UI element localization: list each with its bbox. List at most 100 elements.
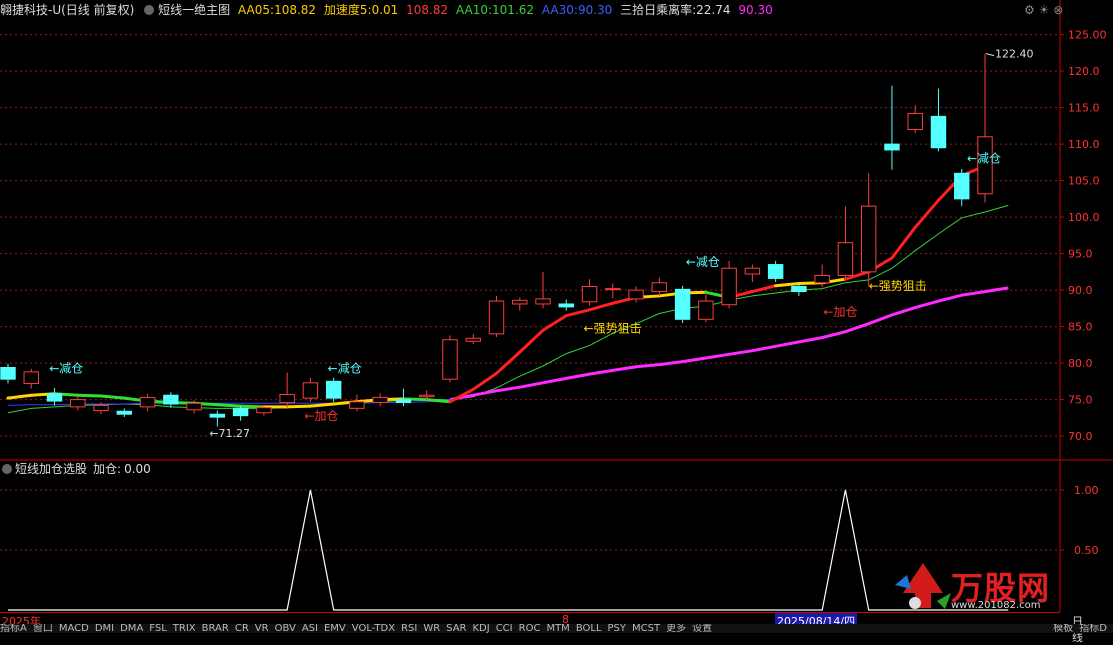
candle-body-31	[721, 267, 737, 306]
tab-17[interactable]: KDJ	[472, 624, 489, 633]
annotation-reduce-1: ←减仓	[49, 361, 83, 375]
tab-1[interactable]: 窗口	[33, 624, 53, 633]
tab-2[interactable]: MACD	[59, 624, 89, 633]
candle-body-18	[419, 394, 435, 398]
sun-icon[interactable]: ☀	[1039, 3, 1050, 17]
candle-body-30	[698, 300, 714, 320]
y-tick-label-125: 125.00	[1068, 29, 1107, 42]
tab-15[interactable]: WR	[423, 624, 440, 633]
candle-body-19	[442, 339, 458, 380]
candle-body-1	[23, 371, 39, 385]
aa10-value: 101.62	[492, 3, 535, 17]
chart-canvas[interactable]: 125.00 120.0 115.0 110.0 105.0 100.0 95.0 90.0 8…	[0, 0, 1113, 633]
tab-right-1[interactable]: 模板	[1053, 624, 1073, 633]
candle-body-9	[209, 413, 226, 418]
tab-12[interactable]: EMV	[324, 624, 346, 633]
tab-9[interactable]: VR	[255, 624, 269, 633]
gear-icon[interactable]: ⚙	[1024, 3, 1035, 17]
candle-body-15	[349, 401, 365, 409]
y-tick-label-100: 100.0	[1068, 211, 1100, 224]
aa05-segment-25	[588, 301, 615, 312]
candle-body-22	[512, 299, 528, 305]
tab-7[interactable]: BRAR	[202, 624, 229, 633]
sub-y-tick-label-0: 1.00	[1074, 484, 1099, 497]
candle-body-16	[372, 396, 388, 404]
candle-body-28	[651, 282, 668, 293]
aa05-segment-39	[913, 198, 940, 229]
tab-21[interactable]: BOLL	[576, 624, 602, 633]
candle-body-32	[744, 267, 761, 275]
tab-19[interactable]: ROC	[519, 624, 541, 633]
tab-20[interactable]: MTM	[546, 624, 569, 633]
header-controls: ⚙ ☀ ⊗	[1024, 3, 1063, 17]
candle-body-13	[302, 382, 319, 399]
high-price-label: 122.40	[995, 48, 1034, 61]
annotation-strong-1: ←强势狙击	[584, 322, 642, 336]
annotation-reduce-4: ←减仓	[967, 151, 1001, 165]
aa05-label: AA05:	[237, 3, 275, 17]
kline-chart-window[interactable]: 125.00 120.0 115.0 110.0 105.0 100.0 95.0 90.0 8…	[0, 0, 1113, 644]
tab-18[interactable]: CCI	[496, 624, 513, 633]
watermark-logo: 万股网 www.201082.com	[893, 553, 1093, 611]
y-tick-label-95: 95.0	[1068, 248, 1093, 261]
tab-6[interactable]: TRIX	[173, 624, 196, 633]
tab-23[interactable]: MCST	[632, 624, 660, 633]
tab-24[interactable]: 更多	[666, 624, 686, 633]
candle-body-25	[581, 285, 598, 303]
stock-name[interactable]: 翱捷科技-U	[0, 3, 61, 17]
low-price-label: ←71.27	[209, 427, 250, 440]
y-tick-label-85: 85.0	[1068, 321, 1093, 334]
tab-14[interactable]: RSI	[401, 624, 417, 633]
tab-right-0[interactable]: 指标D	[1079, 624, 1107, 633]
candle-body-7	[163, 394, 179, 405]
candle-body-17	[395, 399, 412, 404]
close-icon[interactable]: ⊗	[1053, 3, 1063, 17]
candle-body-2	[46, 393, 63, 402]
aa10-line	[7, 204, 1009, 414]
aa05-segment-4	[99, 394, 126, 400]
deviation-extra: 90.30	[738, 3, 773, 17]
candle-body-24	[558, 303, 574, 308]
indicator-settings-icon[interactable]	[144, 4, 155, 15]
tab-5[interactable]: FSL	[149, 624, 167, 633]
watermark-url: www.201082.com	[951, 600, 1041, 611]
jiacang-value: 0.00	[124, 462, 151, 476]
aa05-segment-33	[774, 282, 801, 288]
candle-body-33	[767, 264, 784, 279]
candle-body-12	[279, 393, 295, 404]
tab-10[interactable]: OBV	[275, 624, 296, 633]
candle-body-11	[256, 407, 272, 414]
tab-22[interactable]: PSY	[608, 624, 627, 633]
indicator-panel-name[interactable]: 短线加仓选股	[15, 462, 87, 476]
aa05-segment-20	[471, 371, 498, 391]
aa05-segment-32	[750, 284, 778, 294]
candle-body-38	[884, 143, 900, 151]
aa05-segment-9	[215, 403, 243, 408]
candle-body-26	[605, 288, 621, 291]
indicator-name[interactable]: 短线一绝主图	[158, 3, 230, 17]
tab-13[interactable]: VOL-TDX	[352, 624, 395, 633]
high-price-pointer	[985, 53, 995, 57]
tab-11[interactable]: ASI	[302, 624, 318, 633]
logo-arrow-icon	[895, 563, 951, 609]
y-tick-label-115: 115.0	[1068, 102, 1100, 115]
candle-body-5	[116, 410, 133, 415]
y-tick-label-75: 75.0	[1068, 394, 1093, 407]
y-tick-label-110: 110.0	[1068, 138, 1100, 151]
tab-16[interactable]: SAR	[446, 624, 466, 633]
aa05-value: 108.82	[274, 3, 317, 17]
aa05-segment-3	[76, 393, 103, 398]
tab-8[interactable]: CR	[235, 624, 249, 633]
aa30-label: AA30:	[541, 3, 578, 17]
aa05-segment-0	[6, 393, 33, 400]
aa05-segment-22	[518, 328, 545, 354]
candle-body-40	[930, 115, 947, 149]
tab-0[interactable]: 指标A	[0, 624, 27, 633]
aa05-segment-23	[541, 314, 568, 332]
annotation-reduce-2: ←减仓	[328, 361, 362, 375]
tab-3[interactable]: DMI	[95, 624, 114, 633]
tab-4[interactable]: DMA	[120, 624, 143, 633]
indicator-panel-settings-icon[interactable]	[2, 463, 12, 474]
annotation-add-1: ←加仓	[304, 409, 338, 423]
tab-25[interactable]: 设置	[692, 624, 712, 633]
